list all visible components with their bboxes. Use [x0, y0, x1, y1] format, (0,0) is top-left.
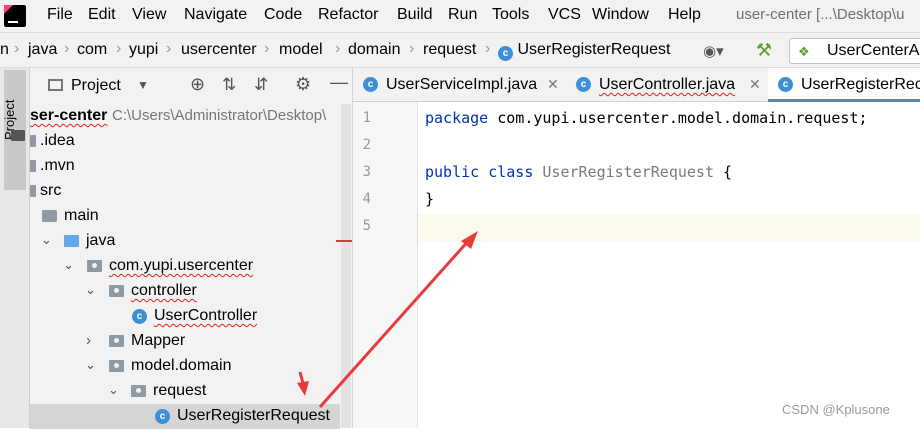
annotation-overlay — [297, 231, 478, 408]
arrow-line — [318, 238, 472, 408]
watermark: CSDN @Kplusone — [782, 402, 890, 417]
arrow-head — [297, 381, 309, 396]
